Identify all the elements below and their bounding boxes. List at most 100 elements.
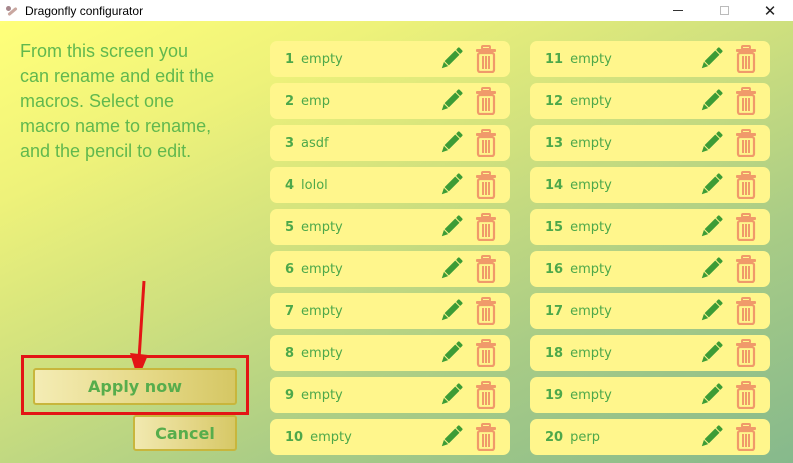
trash-icon[interactable] — [735, 45, 757, 74]
trash-icon[interactable] — [735, 255, 757, 284]
pencil-icon[interactable] — [438, 46, 464, 72]
macro-item[interactable]: 17 empty — [530, 293, 770, 329]
macro-name[interactable]: empty — [570, 262, 612, 277]
trash-icon[interactable] — [735, 213, 757, 242]
macro-item[interactable]: 10 empty — [270, 419, 510, 455]
macro-item[interactable]: 1 empty — [270, 41, 510, 77]
macro-number: 8 — [285, 345, 295, 361]
macro-item[interactable]: 18 empty — [530, 335, 770, 371]
pencil-icon[interactable] — [698, 424, 724, 450]
macro-number: 7 — [285, 303, 295, 319]
macro-number: 3 — [285, 135, 295, 151]
pencil-icon[interactable] — [698, 256, 724, 282]
macro-item[interactable]: 19 empty — [530, 377, 770, 413]
macro-number: 2 — [285, 93, 295, 109]
pencil-icon[interactable] — [698, 298, 724, 324]
trash-icon[interactable] — [475, 255, 497, 284]
macro-name[interactable]: empty — [301, 388, 343, 403]
macro-number: 18 — [545, 345, 564, 361]
pencil-icon[interactable] — [698, 130, 724, 156]
trash-icon[interactable] — [735, 297, 757, 326]
trash-icon[interactable] — [735, 87, 757, 116]
macro-item[interactable]: 16 empty — [530, 251, 770, 287]
pencil-icon[interactable] — [438, 298, 464, 324]
macro-name[interactable]: perp — [570, 430, 600, 445]
macro-name[interactable]: empty — [301, 304, 343, 319]
pencil-icon[interactable] — [438, 88, 464, 114]
macro-name[interactable]: empty — [570, 178, 612, 193]
macro-item[interactable]: 7 empty — [270, 293, 510, 329]
apply-now-button[interactable]: Apply now — [33, 368, 237, 405]
macro-name[interactable]: empty — [570, 346, 612, 361]
pencil-icon[interactable] — [438, 214, 464, 240]
macro-item[interactable]: 12 empty — [530, 83, 770, 119]
macro-item[interactable]: 4 lolol — [270, 167, 510, 203]
macro-item[interactable]: 9 empty — [270, 377, 510, 413]
macro-name[interactable]: empty — [570, 136, 612, 151]
macro-name[interactable]: lolol — [301, 178, 328, 193]
trash-icon[interactable] — [475, 297, 497, 326]
macro-item[interactable]: 5 empty — [270, 209, 510, 245]
window-controls: ✕ — [655, 0, 793, 21]
trash-icon[interactable] — [475, 45, 497, 74]
macro-item[interactable]: 6 empty — [270, 251, 510, 287]
macro-number: 19 — [545, 387, 564, 403]
pencil-icon[interactable] — [438, 382, 464, 408]
trash-icon[interactable] — [475, 171, 497, 200]
macro-name[interactable]: empty — [570, 388, 612, 403]
pencil-icon[interactable] — [438, 130, 464, 156]
macro-item[interactable]: 3 asdf — [270, 125, 510, 161]
macro-item[interactable]: 13 empty — [530, 125, 770, 161]
macro-name[interactable]: empty — [301, 52, 343, 67]
macro-name[interactable]: empty — [570, 304, 612, 319]
trash-icon[interactable] — [735, 423, 757, 452]
macro-name[interactable]: empty — [301, 262, 343, 277]
pencil-icon[interactable] — [698, 88, 724, 114]
macro-name[interactable]: empty — [301, 346, 343, 361]
macro-number: 4 — [285, 177, 295, 193]
trash-icon[interactable] — [735, 381, 757, 410]
trash-icon[interactable] — [475, 87, 497, 116]
macro-number: 20 — [545, 429, 564, 445]
pencil-icon[interactable] — [698, 214, 724, 240]
pencil-icon[interactable] — [698, 340, 724, 366]
cancel-button[interactable]: Cancel — [133, 415, 237, 451]
close-button[interactable]: ✕ — [747, 0, 793, 21]
macro-item[interactable]: 2 emp — [270, 83, 510, 119]
macro-name[interactable]: empty — [310, 430, 352, 445]
macro-name[interactable]: empty — [570, 94, 612, 109]
pencil-icon[interactable] — [438, 172, 464, 198]
maximize-button[interactable] — [701, 0, 747, 21]
macro-item[interactable]: 8 empty — [270, 335, 510, 371]
macro-number: 17 — [545, 303, 564, 319]
maximize-icon — [719, 6, 729, 15]
macro-name[interactable]: emp — [301, 94, 330, 109]
minimize-button[interactable] — [655, 0, 701, 21]
trash-icon[interactable] — [475, 339, 497, 368]
pencil-icon[interactable] — [698, 172, 724, 198]
pencil-icon[interactable] — [438, 256, 464, 282]
trash-icon[interactable] — [475, 423, 497, 452]
trash-icon[interactable] — [475, 129, 497, 158]
macro-number: 16 — [545, 261, 564, 277]
macro-item[interactable]: 20 perp — [530, 419, 770, 455]
macro-item[interactable]: 11 empty — [530, 41, 770, 77]
macro-name[interactable]: asdf — [301, 136, 329, 151]
pencil-icon[interactable] — [438, 340, 464, 366]
macro-name[interactable]: empty — [301, 220, 343, 235]
pencil-icon[interactable] — [438, 424, 464, 450]
macro-name[interactable]: empty — [570, 220, 612, 235]
macro-item[interactable]: 14 empty — [530, 167, 770, 203]
trash-icon[interactable] — [735, 129, 757, 158]
trash-icon[interactable] — [475, 381, 497, 410]
macro-item[interactable]: 15 empty — [530, 209, 770, 245]
pencil-icon[interactable] — [698, 46, 724, 72]
pencil-icon[interactable] — [698, 382, 724, 408]
macro-number: 9 — [285, 387, 295, 403]
title-bar: Dragonfly configurator ✕ — [0, 0, 793, 21]
trash-icon[interactable] — [735, 339, 757, 368]
macro-name[interactable]: empty — [570, 52, 612, 67]
trash-icon[interactable] — [735, 171, 757, 200]
macro-number: 10 — [285, 429, 304, 445]
trash-icon[interactable] — [475, 213, 497, 242]
